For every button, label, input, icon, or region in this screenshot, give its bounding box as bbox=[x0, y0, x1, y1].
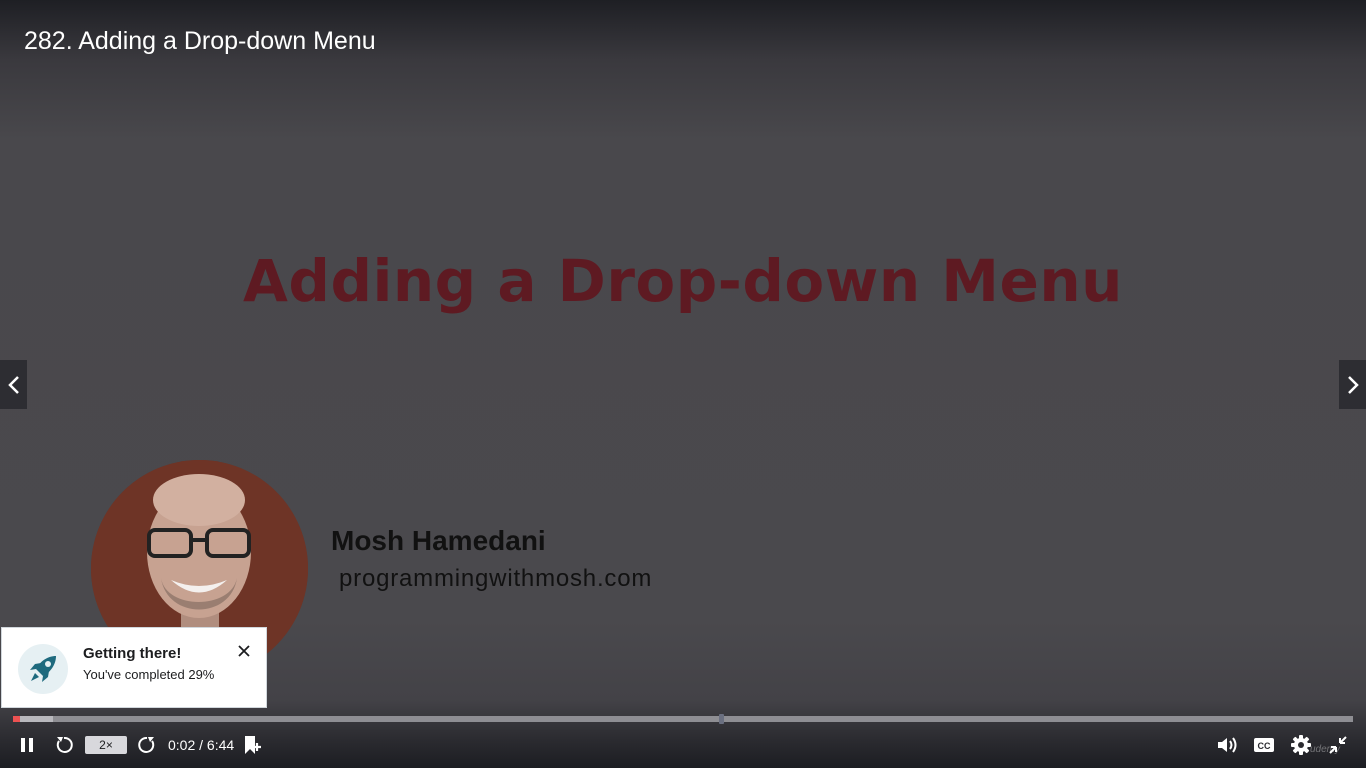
bookmark-marker[interactable] bbox=[719, 714, 724, 724]
chevron-right-icon bbox=[1347, 375, 1359, 394]
add-bookmark-button[interactable] bbox=[240, 728, 264, 762]
toast-message: You've completed 29% bbox=[83, 667, 215, 682]
player-controls: 2× 0:02 / 6:44 CC bbox=[0, 728, 1366, 762]
volume-button[interactable] bbox=[1215, 728, 1239, 762]
toast-title: Getting there! bbox=[83, 645, 182, 662]
time-separator: / bbox=[195, 737, 207, 753]
close-icon bbox=[238, 645, 250, 657]
playback-speed-button[interactable]: 2× bbox=[85, 736, 127, 754]
add-bookmark-icon bbox=[245, 736, 261, 754]
forward-5-icon bbox=[138, 736, 155, 753]
presenter-name: Mosh Hamedani bbox=[331, 525, 546, 556]
volume-icon bbox=[1218, 737, 1237, 753]
duration: 6:44 bbox=[206, 737, 235, 753]
current-time: 0:02 bbox=[168, 737, 196, 753]
previous-lecture-button[interactable] bbox=[0, 360, 27, 409]
slide-title: Adding a Drop-down Menu bbox=[243, 247, 1123, 315]
pause-icon bbox=[21, 738, 33, 752]
progress-toast: Getting there! You've completed 29% bbox=[1, 627, 267, 708]
video-progress-bar[interactable] bbox=[13, 714, 1353, 724]
time-display: 0:02 / 6:44 bbox=[168, 737, 234, 753]
lecture-title: 282. Adding a Drop-down Menu bbox=[24, 27, 376, 55]
rewind-5-icon bbox=[56, 736, 73, 753]
rocket-icon bbox=[18, 644, 68, 694]
forward-button[interactable] bbox=[135, 728, 159, 762]
gear-icon bbox=[1291, 735, 1311, 755]
pause-button[interactable] bbox=[14, 728, 40, 762]
chevron-left-icon bbox=[7, 375, 19, 394]
captions-button[interactable]: CC bbox=[1251, 728, 1277, 762]
next-lecture-button[interactable] bbox=[1339, 360, 1366, 409]
svg-text:CC: CC bbox=[1258, 741, 1271, 751]
watermark: udemy bbox=[1310, 744, 1341, 755]
closed-captions-icon: CC bbox=[1254, 738, 1274, 752]
presenter-website: programmingwithmosh.com bbox=[339, 565, 653, 592]
played-range bbox=[13, 716, 20, 722]
rewind-button[interactable] bbox=[52, 728, 76, 762]
toast-close-button[interactable] bbox=[235, 642, 253, 660]
